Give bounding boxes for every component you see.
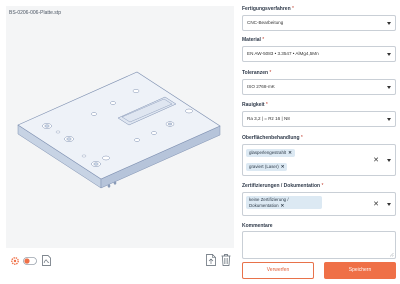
roughness-label: Rauigkeit * [242,102,268,108]
discard-button[interactable]: Verwerfen [242,262,314,279]
chip-remove-icon[interactable]: ✕ [288,150,292,155]
material-value: EN AW-5083 • 3.3547 • AlMg4,5Mn [247,51,319,56]
file-upload-icon[interactable] [206,254,216,266]
configuration-form: Fertigungsverfahren * CNC-Bearbeitung Ma… [242,0,396,284]
viewer-toolbar [6,250,234,274]
chevron-down-icon[interactable] [387,203,391,206]
manufacturing-label: Fertigungsverfahren * [242,6,294,12]
view-toggle[interactable] [23,257,37,265]
chevron-down-icon [387,53,391,56]
clear-all-icon[interactable]: ✕ [373,157,379,164]
settings-icon[interactable] [10,256,20,266]
tolerances-label: Toleranzen * [242,70,272,76]
chip-surface-0[interactable]: glasperlengestrahlt ✕ [246,149,295,157]
manufacturing-value: CNC-Bearbeitung [247,20,284,25]
chip-surface-1[interactable]: graviert (Laser) ✕ [246,163,288,171]
certs-label: Zertifizierungen / Dokumentation * [242,183,324,189]
material-label: Material * [242,37,265,43]
pdf-icon[interactable] [42,255,51,266]
manufacturing-select[interactable]: CNC-Bearbeitung [242,15,396,31]
surface-label: Oberflächenbehandlung * [242,135,303,141]
comments-textarea[interactable] [242,231,396,259]
chevron-down-icon [387,118,391,121]
chip-cert-0[interactable]: keine Zertifizierung / Dokumentation ✕ [246,196,322,209]
roughness-value: Ra 3,2 | = Rz 16 | N8 [247,116,290,121]
save-button[interactable]: Speichern [324,262,396,279]
part-3d-model[interactable] [6,6,234,248]
tolerances-value: ISO 2768-mK [247,84,275,89]
chevron-down-icon [387,86,391,89]
trash-icon[interactable] [221,254,231,266]
resize-handle-icon[interactable] [389,252,394,257]
chevron-down-icon [387,22,391,25]
roughness-select[interactable]: Ra 3,2 | = Rz 16 | N8 [242,111,396,127]
surface-multiselect[interactable]: glasperlengestrahlt ✕ graviert (Laser) ✕ ✕ [242,144,396,176]
model-viewer[interactable]: BS-0206-006-Platte.stp [6,6,234,248]
material-select[interactable]: EN AW-5083 • 3.3547 • AlMg4,5Mn [242,46,396,62]
chip-remove-icon[interactable]: ✕ [281,164,285,169]
chip-remove-icon[interactable]: ✕ [281,203,285,208]
file-name: BS-0206-006-Platte.stp [9,10,61,16]
certs-multiselect[interactable]: keine Zertifizierung / Dokumentation ✕ ✕ [242,192,396,216]
chevron-down-icon[interactable] [387,159,391,162]
clear-all-icon[interactable]: ✕ [373,201,379,208]
tolerances-select[interactable]: ISO 2768-mK [242,79,396,95]
comments-label: Kommentare [242,223,273,229]
